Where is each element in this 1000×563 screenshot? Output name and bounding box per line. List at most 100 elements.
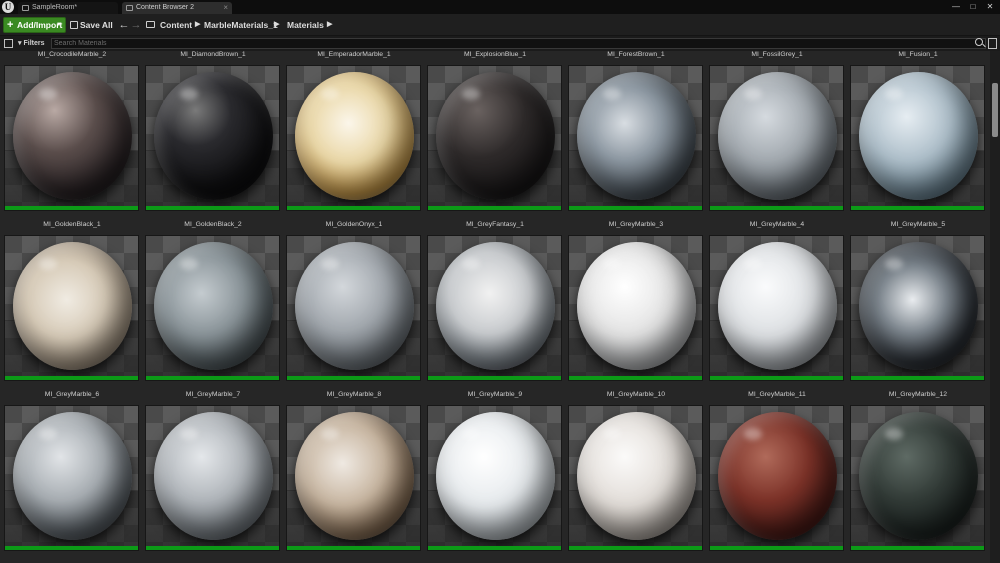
add-import-button[interactable]: + Add/Import ▼ <box>3 17 66 33</box>
asset-type-color-bar <box>569 546 702 550</box>
material-sphere-thumbnail <box>154 412 273 540</box>
breadcrumb-item[interactable]: Materials <box>287 17 324 33</box>
asset-type-color-bar <box>287 546 420 550</box>
material-sphere-thumbnail <box>859 242 978 370</box>
save-search-icon[interactable] <box>988 38 997 49</box>
asset-name-label: MI_GreyMarble_12 <box>888 391 948 398</box>
asset-type-color-bar <box>287 376 420 380</box>
breadcrumb-separator-icon[interactable]: ▶ <box>274 17 279 33</box>
specular-highlight <box>180 428 198 440</box>
breadcrumb-separator-icon[interactable]: ▶ <box>195 17 200 33</box>
asset-type-color-bar <box>287 206 420 210</box>
sources-panel-icon[interactable] <box>4 39 13 48</box>
specular-highlight <box>603 428 621 440</box>
asset-name-label: MI_Fusion_1 <box>898 51 938 58</box>
search-icon[interactable] <box>975 38 983 46</box>
asset-tile[interactable] <box>145 235 280 381</box>
material-sphere-thumbnail <box>295 412 414 540</box>
asset-tile[interactable] <box>850 65 985 211</box>
asset-name-label: MI_GoldenBlack_1 <box>43 221 101 228</box>
unreal-logo-icon[interactable]: U <box>2 1 14 13</box>
save-all-label: Save All <box>80 20 113 30</box>
specular-highlight <box>39 88 57 100</box>
asset-tile[interactable] <box>145 65 280 211</box>
asset-tile[interactable] <box>4 405 139 551</box>
asset-name-label: MI_GreyMarble_7 <box>185 391 241 398</box>
minimize-icon[interactable]: — <box>948 0 964 14</box>
close-tab-icon[interactable]: × <box>223 2 228 14</box>
toolbar: + Add/Import ▼ Save All ← → Content ▶ Ma… <box>0 14 1000 36</box>
asset-tile[interactable] <box>427 235 562 381</box>
asset-type-color-bar <box>710 376 843 380</box>
filters-label: Filters <box>23 40 45 47</box>
scrollbar-thumb[interactable] <box>992 83 998 137</box>
asset-tile[interactable] <box>4 235 139 381</box>
material-sphere-thumbnail <box>295 72 414 200</box>
asset-name-label: MI_GreyMarble_4 <box>749 221 805 228</box>
plus-icon: + <box>7 19 14 31</box>
level-icon <box>22 5 29 11</box>
material-sphere-thumbnail <box>436 242 555 370</box>
asset-tile[interactable] <box>850 235 985 381</box>
asset-tile[interactable] <box>850 405 985 551</box>
back-arrow-icon[interactable]: ← <box>118 17 130 33</box>
material-sphere-thumbnail <box>13 412 132 540</box>
breadcrumb-separator-icon[interactable]: ▶ <box>327 17 332 33</box>
asset-tile[interactable] <box>286 405 421 551</box>
material-sphere-thumbnail <box>154 72 273 200</box>
specular-highlight <box>180 258 198 270</box>
material-sphere-thumbnail <box>295 242 414 370</box>
specular-highlight <box>885 428 903 440</box>
specular-highlight <box>39 428 57 440</box>
asset-tile[interactable] <box>568 405 703 551</box>
asset-tile[interactable] <box>286 65 421 211</box>
asset-name-label: MI_ExplosionBlue_1 <box>464 51 526 58</box>
folder-icon[interactable] <box>146 21 155 28</box>
search-input[interactable] <box>51 38 986 49</box>
asset-type-color-bar <box>569 206 702 210</box>
save-all-button[interactable]: Save All <box>69 17 113 33</box>
specular-highlight <box>603 88 621 100</box>
asset-type-color-bar <box>428 206 561 210</box>
asset-grid: MI_CrocodileMarble_2 MI_DiamondBrown_1 MI_… <box>0 51 990 563</box>
asset-tile[interactable] <box>145 405 280 551</box>
asset-tile[interactable] <box>568 235 703 381</box>
breadcrumb-item[interactable]: Content <box>160 17 192 33</box>
filters-button[interactable]: ▾ Filters <box>15 38 50 49</box>
title-bar: U SampleRoom* Content Browser 2 × — □ ✕ <box>0 0 1000 14</box>
material-sphere-thumbnail <box>436 72 555 200</box>
asset-type-color-bar <box>428 546 561 550</box>
material-sphere-thumbnail <box>859 72 978 200</box>
asset-type-color-bar <box>5 376 138 380</box>
asset-name-label: MI_GreyMarble_6 <box>44 391 100 398</box>
maximize-icon[interactable]: □ <box>965 0 981 14</box>
asset-tile[interactable] <box>709 65 844 211</box>
asset-type-color-bar <box>851 206 984 210</box>
asset-type-color-bar <box>428 376 561 380</box>
asset-type-color-bar <box>5 206 138 210</box>
asset-type-color-bar <box>569 376 702 380</box>
close-icon[interactable]: ✕ <box>982 0 998 14</box>
asset-tile[interactable] <box>709 405 844 551</box>
content-browser-icon <box>126 5 133 11</box>
asset-tile[interactable] <box>568 65 703 211</box>
forward-arrow-icon[interactable]: → <box>130 17 142 33</box>
asset-tile[interactable] <box>286 235 421 381</box>
specular-highlight <box>321 88 339 100</box>
asset-name-label: MI_GoldenBlack_2 <box>184 221 242 228</box>
specular-highlight <box>462 258 480 270</box>
asset-tile[interactable] <box>709 235 844 381</box>
asset-name-label: MI_EmperadorMarble_1 <box>317 51 391 58</box>
asset-name-label: MI_GreyMarble_11 <box>748 391 806 398</box>
specular-highlight <box>744 258 762 270</box>
specular-highlight <box>321 258 339 270</box>
asset-tile[interactable] <box>427 405 562 551</box>
material-sphere-thumbnail <box>718 242 837 370</box>
asset-tile[interactable] <box>427 65 562 211</box>
asset-tile[interactable] <box>4 65 139 211</box>
vertical-scrollbar[interactable] <box>990 51 1000 563</box>
tab-level[interactable]: SampleRoom* <box>18 2 118 14</box>
specular-highlight <box>885 88 903 100</box>
breadcrumb-item[interactable]: MarbleMaterials_1 <box>204 17 278 33</box>
tab-content-browser[interactable]: Content Browser 2 × <box>122 2 232 14</box>
